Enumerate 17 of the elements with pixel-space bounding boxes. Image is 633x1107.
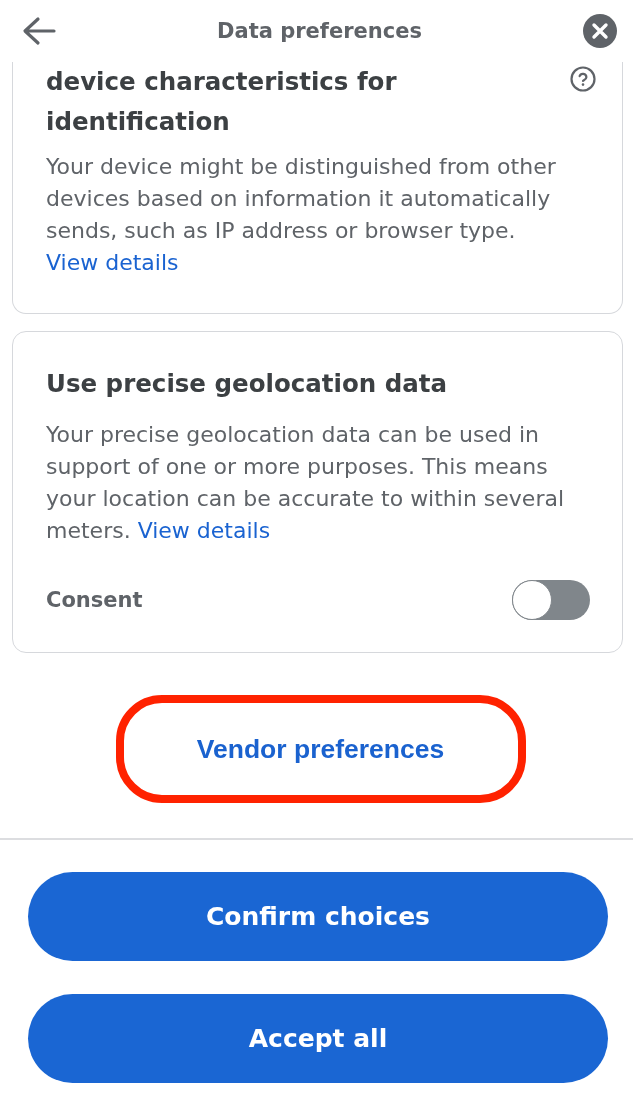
help-icon[interactable] [570, 66, 596, 92]
back-button[interactable] [22, 16, 56, 46]
view-details-link[interactable]: View details [46, 250, 179, 275]
consent-toggle[interactable] [512, 580, 590, 620]
back-arrow-icon [22, 16, 56, 46]
close-button[interactable] [583, 14, 617, 48]
purpose-description: Your precise geolocation data can be used in support of one or more purposes. This means your location can be accurate to within several meters. View details [46, 421, 566, 545]
header-title: Data preferences [217, 19, 422, 43]
purpose-description: Your device might be distinguished from other devices based on information it automatically sends, such as IP address or browser type. View details [46, 153, 557, 277]
vendor-preferences-button[interactable]: Vendor preferences [115, 695, 526, 803]
purpose-title: Use precise geolocation data [46, 368, 447, 400]
consent-label: Consent [46, 588, 143, 612]
action-button[interactable]: Accept all [28, 994, 608, 1083]
close-icon [583, 14, 617, 48]
purpose-title: device characteristics for identification [46, 66, 398, 138]
action-button[interactable]: Confirm choices [28, 872, 608, 961]
view-details-link[interactable]: View details [137, 518, 271, 543]
